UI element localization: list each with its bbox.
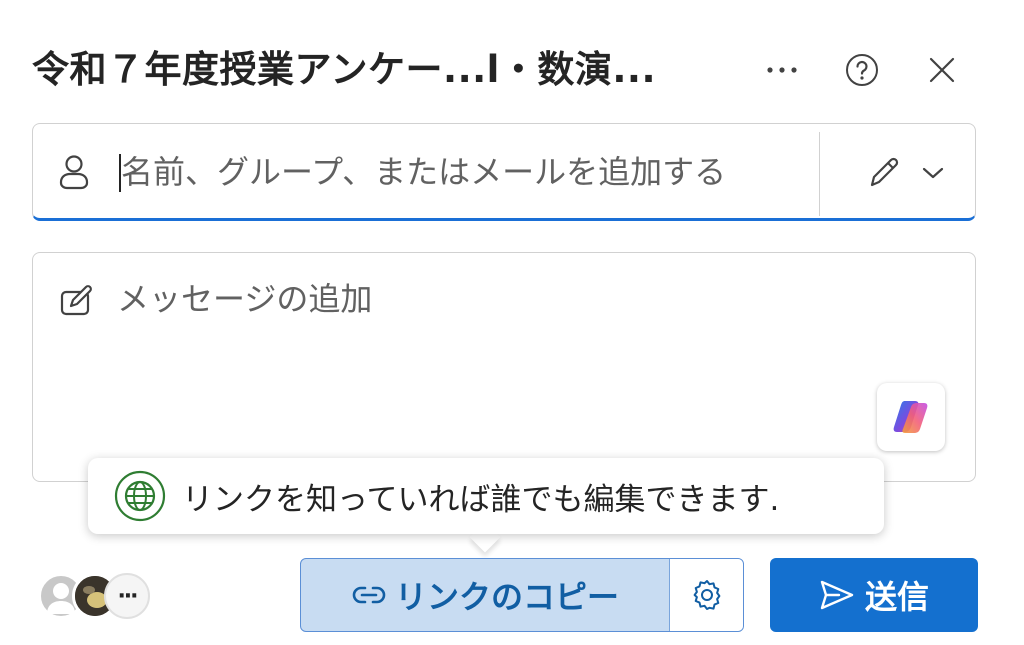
globe-icon — [114, 470, 166, 522]
chevron-down-icon — [922, 167, 944, 179]
help-circle-icon — [846, 54, 878, 86]
copy-link-button[interactable]: リンクのコピー — [301, 559, 670, 631]
field-divider — [819, 132, 820, 216]
send-label: 送信 — [864, 578, 929, 616]
person-icon — [59, 155, 89, 190]
more-options-button[interactable] — [760, 48, 804, 92]
recipient-input[interactable] — [121, 150, 811, 194]
gear-icon — [693, 580, 720, 610]
message-input[interactable] — [117, 277, 917, 321]
copilot-button[interactable] — [877, 383, 945, 451]
send-button[interactable]: 送信 — [770, 558, 978, 632]
recipient-field[interactable] — [32, 123, 976, 221]
more-people-button[interactable]: ··· — [104, 573, 150, 619]
send-icon — [820, 580, 854, 610]
close-button[interactable] — [920, 48, 964, 92]
tooltip-text: リンクを知っていれば誰でも編集できます. — [182, 481, 780, 518]
dialog-title: 令和７年度授業アンケー...l・数演... — [32, 48, 657, 91]
compose-icon — [60, 285, 92, 316]
link-icon — [352, 586, 386, 604]
help-button[interactable] — [840, 48, 884, 92]
link-settings-tooltip: リンクを知っていれば誰でも編集できます. — [88, 458, 884, 534]
more-horizontal-icon — [767, 67, 797, 73]
more-people-label: ··· — [117, 583, 138, 609]
copy-link-group: リンクのコピー — [300, 558, 744, 632]
copilot-icon — [893, 401, 928, 433]
link-settings-button[interactable] — [670, 559, 743, 631]
permission-dropdown[interactable] — [845, 148, 965, 198]
close-icon — [929, 57, 955, 83]
message-field[interactable] — [32, 252, 976, 482]
pencil-icon — [870, 157, 899, 187]
copy-link-label: リンクのコピー — [394, 578, 619, 616]
